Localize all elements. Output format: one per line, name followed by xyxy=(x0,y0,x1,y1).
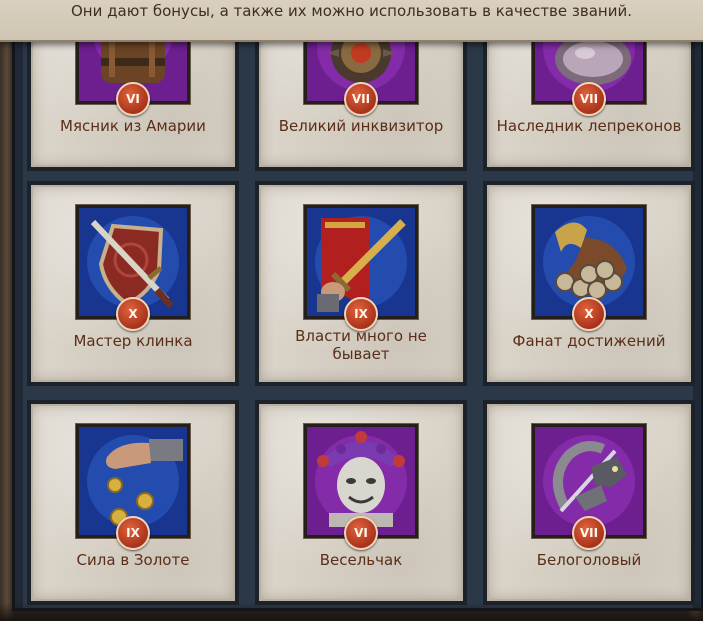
rank-badge: IX xyxy=(116,516,150,550)
achievement-title: Мастер клинка xyxy=(73,332,193,350)
rank-badge: VII xyxy=(344,82,378,116)
bottom-edge xyxy=(0,603,703,621)
achievement-card[interactable]: X Фанат достижений xyxy=(483,181,695,386)
achievement-card[interactable]: VII Белоголовый xyxy=(483,400,695,605)
achievement-title: Фанат достижений xyxy=(512,332,666,350)
achievement-card[interactable]: VI Весельчак xyxy=(255,400,467,605)
achievement-title: Великий инквизитор xyxy=(278,117,444,135)
achievement-title: Власти много не бывает xyxy=(295,327,427,363)
achievement-card[interactable]: IX Власти много не бывает xyxy=(255,181,467,386)
achievement-card[interactable]: X Мастер клинка xyxy=(27,181,239,386)
achievements-grid: VI Мясник из Амарии VII Великий инквизит… xyxy=(23,0,695,608)
rank-badge: IX xyxy=(344,297,378,331)
rank-badge: VI xyxy=(116,82,150,116)
rank-badge: VI xyxy=(344,516,378,550)
achievement-card[interactable]: IX Сила в Золоте xyxy=(27,400,239,605)
rank-badge: X xyxy=(116,297,150,331)
achievement-title: Наследник лепреконов xyxy=(496,117,682,135)
achievement-title: Белоголовый xyxy=(536,551,642,569)
rank-badge: VII xyxy=(572,82,606,116)
achievement-title: Весельчак xyxy=(319,551,403,569)
achievement-title: Мясник из Амарии xyxy=(60,117,206,135)
description-text: Они дают бонусы, а также их можно исполь… xyxy=(71,2,632,20)
achievements-panel[interactable]: VI Мясник из Амарии VII Великий инквизит… xyxy=(12,0,703,611)
rank-badge: VII xyxy=(572,516,606,550)
achievement-title: Сила в Золоте xyxy=(76,551,190,569)
rank-badge: X xyxy=(572,297,606,331)
description-banner: Они дают бонусы, а также их можно исполь… xyxy=(0,0,703,42)
